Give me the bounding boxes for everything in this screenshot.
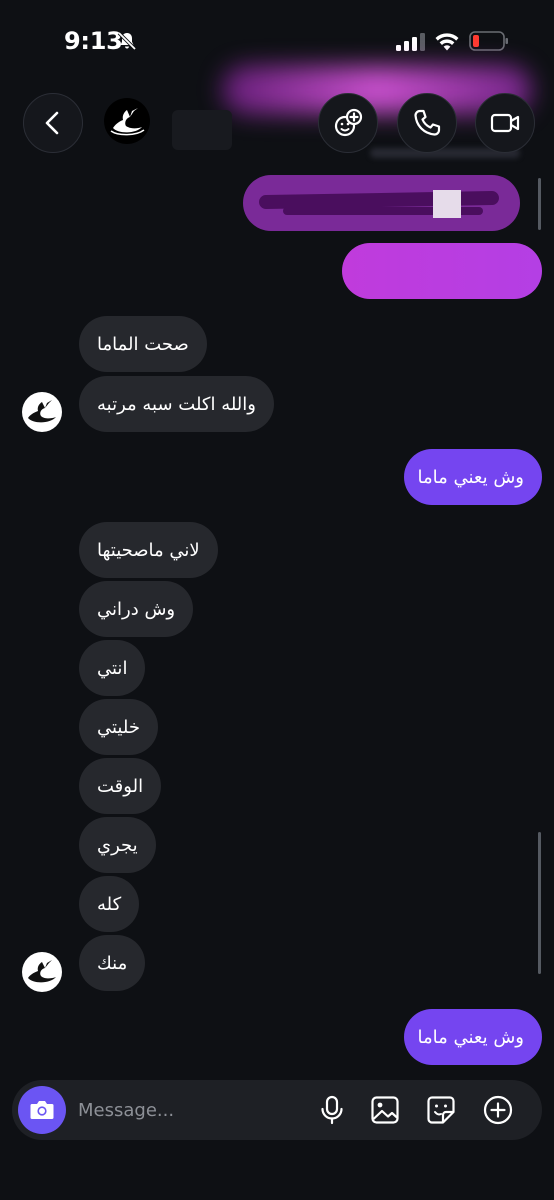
video-icon	[490, 113, 520, 133]
battery-low-icon	[469, 31, 509, 51]
message-text: خليتي	[97, 716, 140, 738]
contact-avatar[interactable]	[104, 98, 150, 144]
camera-button[interactable]	[18, 1086, 66, 1134]
video-call-button[interactable]	[475, 93, 535, 153]
message-text: صحت الماما	[97, 333, 189, 355]
redacted-outgoing-message	[243, 175, 520, 231]
incoming-message[interactable]: الوقت	[79, 758, 162, 814]
outgoing-message[interactable]: وش يعني ماما	[404, 1009, 542, 1065]
message-text: يجري	[97, 834, 138, 856]
message-text: الوقت	[97, 775, 144, 797]
incoming-message[interactable]: صحت الماما	[79, 316, 207, 372]
status-time: 9:13	[64, 27, 123, 55]
incoming-message[interactable]: خليتي	[79, 699, 158, 755]
phone-icon	[414, 109, 441, 136]
sticker-button[interactable]	[423, 1092, 459, 1128]
effects-icon	[334, 108, 363, 137]
message-text: وش يعني ماما	[417, 466, 525, 488]
incoming-message[interactable]: انتي	[79, 640, 146, 696]
sender-avatar[interactable]	[22, 392, 62, 432]
message-input[interactable]	[78, 1092, 298, 1128]
plus-icon	[483, 1095, 513, 1125]
incoming-message[interactable]: والله اكلت سبه مرتبه	[79, 376, 274, 432]
cellular-signal-icon	[396, 33, 426, 51]
redacted-outgoing-message	[342, 243, 542, 299]
redacted-contact-name	[172, 110, 232, 150]
voice-message-button[interactable]	[314, 1092, 350, 1128]
microphone-icon	[321, 1095, 343, 1125]
back-button[interactable]	[23, 93, 83, 153]
scroll-indicator[interactable]	[538, 178, 541, 230]
swan-icon	[110, 108, 145, 136]
sender-avatar[interactable]	[22, 952, 62, 992]
message-text: لاني ماصحيتها	[97, 539, 200, 561]
scroll-indicator[interactable]	[538, 832, 541, 974]
message-text: كله	[97, 893, 122, 915]
message-text: والله اكلت سبه مرتبه	[97, 393, 256, 415]
message-text: وش يعني ماما	[417, 1026, 525, 1048]
gallery-icon	[371, 1096, 399, 1124]
swan-icon	[28, 960, 56, 983]
message-composer	[12, 1080, 542, 1140]
incoming-message[interactable]: لاني ماصحيتها	[79, 522, 218, 578]
more-options-button[interactable]	[480, 1092, 516, 1128]
bell-off-icon	[117, 31, 137, 51]
outgoing-message[interactable]: وش يعني ماما	[404, 449, 542, 505]
message-text: وش دراني	[97, 598, 176, 620]
incoming-message[interactable]: منك	[79, 935, 146, 991]
message-text: انتي	[97, 657, 128, 679]
chevron-left-icon	[45, 111, 59, 135]
gallery-button[interactable]	[367, 1092, 403, 1128]
audio-call-button[interactable]	[397, 93, 457, 153]
message-text: منك	[97, 952, 128, 974]
incoming-message[interactable]: وش دراني	[79, 581, 194, 637]
wifi-icon	[434, 30, 460, 52]
incoming-message[interactable]: كله	[79, 876, 140, 932]
effects-button[interactable]	[318, 93, 378, 153]
incoming-message[interactable]: يجري	[79, 817, 156, 873]
sticker-icon	[427, 1096, 455, 1124]
swan-icon	[28, 400, 56, 423]
camera-icon	[30, 1101, 54, 1119]
